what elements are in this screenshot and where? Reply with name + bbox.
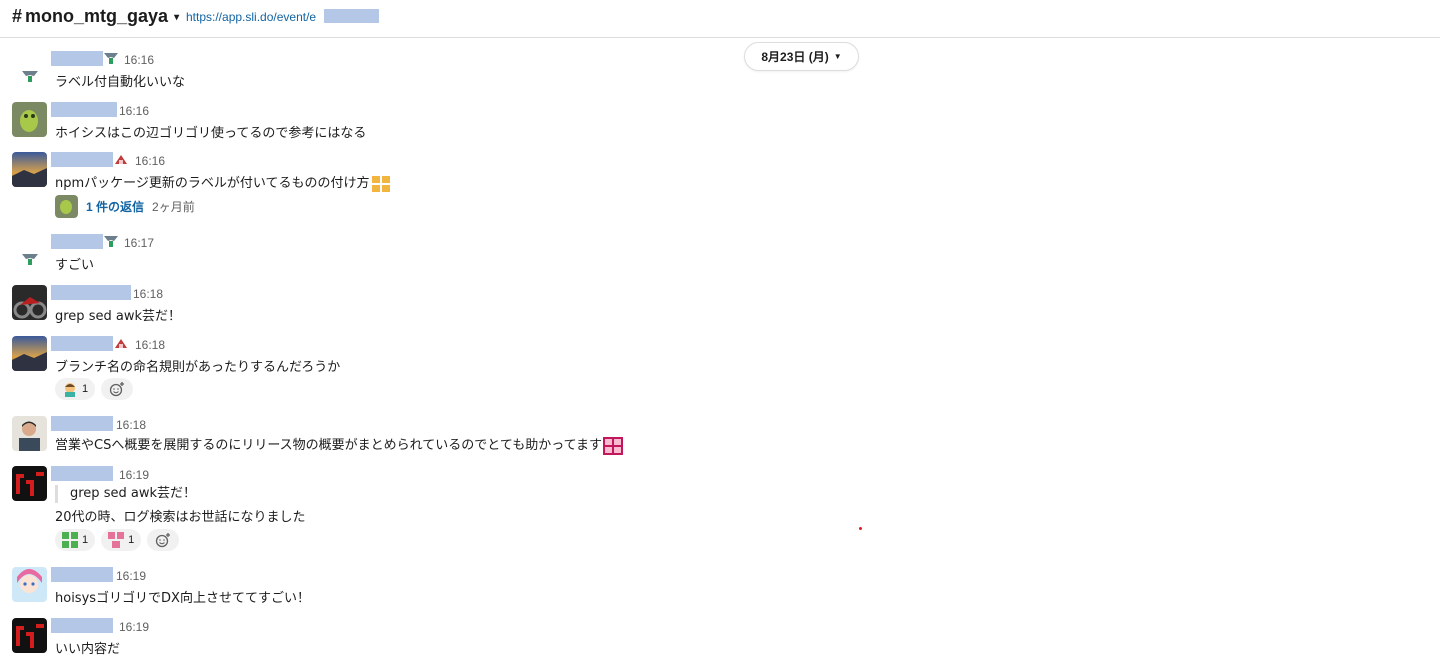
thread-replies-bar[interactable]: 1 件の返信 2ヶ月前 — [55, 195, 195, 218]
message-text: すごい — [55, 258, 95, 273]
redacted-username[interactable] — [51, 567, 113, 582]
date-label: 8月23日 (月) — [761, 50, 829, 64]
cursor-dot — [859, 527, 862, 530]
message-text: いい内容だ — [55, 642, 121, 656]
timestamp[interactable]: 16:16 — [135, 154, 165, 168]
message-text: 営業やCSへ概要を展開するのにリリース物の概要がまとめられているのでとても助かっ… — [55, 434, 623, 455]
reactions-bar: 1 — [55, 378, 134, 400]
timestamp[interactable]: 16:17 — [124, 236, 154, 250]
pink-text-emoji-icon — [108, 532, 125, 548]
avatar[interactable] — [12, 285, 47, 320]
kansha-emoji-icon — [602, 436, 623, 455]
green-text-emoji-icon — [62, 532, 78, 548]
message-text: 20代の時、ログ検索はお世話になりました — [55, 510, 306, 525]
redacted-username[interactable] — [51, 285, 131, 300]
redacted-block — [324, 9, 379, 23]
animal-status-icon — [104, 53, 118, 64]
message-text: grep sed awk芸だ！ — [55, 309, 181, 324]
person-emoji-icon — [65, 383, 75, 397]
message-text: ホイシスはこの辺ゴリゴリ使ってるので参考にはなる — [55, 126, 367, 141]
timestamp[interactable]: 16:18 — [135, 338, 165, 352]
chevron-down-icon: ▼ — [833, 52, 842, 61]
avatar[interactable] — [12, 102, 47, 137]
timestamp[interactable]: 16:16 — [119, 104, 149, 118]
message-text: ラベル付自動化いいな — [55, 75, 186, 90]
reply-count-link[interactable]: 1 件の返信 — [86, 198, 144, 215]
channel-header: # mono_mtg_gaya ▾ https://app.sli.do/eve… — [0, 0, 1440, 38]
timestamp[interactable]: 16:19 — [119, 468, 149, 482]
redacted-username[interactable] — [51, 234, 103, 249]
timestamp[interactable]: 16:19 — [119, 620, 149, 634]
redacted-username[interactable] — [51, 336, 113, 351]
animal-status-icon — [104, 236, 118, 247]
reaction-pill[interactable]: 1 — [101, 529, 142, 551]
channel-name-button[interactable]: # mono_mtg_gaya ▾ — [12, 6, 179, 27]
avatar[interactable] — [12, 241, 47, 276]
redacted-username[interactable] — [51, 618, 113, 633]
red-status-icon — [115, 339, 127, 348]
avatar[interactable] — [12, 618, 47, 653]
date-divider-button[interactable]: 8月23日 (月) ▼ — [744, 42, 859, 71]
redacted-username[interactable] — [51, 152, 113, 167]
avatar[interactable] — [12, 58, 47, 93]
message-text: npmパッケージ更新のラベルが付いてるものの付け方 — [55, 172, 391, 193]
timestamp[interactable]: 16:18 — [133, 287, 163, 301]
kininaru-emoji-icon — [370, 174, 391, 193]
avatar[interactable] — [12, 416, 47, 451]
avatar[interactable] — [12, 152, 47, 187]
message-quote: grep sed awk芸だ！ — [55, 485, 196, 503]
reaction-pill[interactable]: 1 — [55, 378, 96, 400]
timestamp[interactable]: 16:16 — [124, 53, 154, 67]
channel-hash: # — [12, 6, 23, 26]
reaction-count: 1 — [128, 534, 135, 546]
reaction-count: 1 — [82, 534, 89, 546]
add-reaction-button[interactable] — [101, 378, 134, 400]
topic-link[interactable]: https://app.sli.do/event/e — [186, 10, 316, 24]
reaction-count: 1 — [82, 383, 89, 395]
message-body: npmパッケージ更新のラベルが付いてるものの付け方 — [55, 176, 370, 191]
avatar[interactable] — [12, 336, 47, 371]
add-emoji-icon — [109, 382, 125, 397]
reactions-bar: 1 1 — [55, 529, 180, 551]
avatar[interactable] — [12, 466, 47, 501]
red-status-icon — [115, 155, 127, 164]
reaction-pill[interactable]: 1 — [55, 529, 96, 551]
timestamp[interactable]: 16:19 — [116, 569, 146, 583]
timestamp[interactable]: 16:18 — [116, 418, 146, 432]
redacted-username[interactable] — [51, 51, 103, 66]
message-body: 営業やCSへ概要を展開するのにリリース物の概要がまとめられているのでとても助かっ… — [55, 438, 602, 453]
add-reaction-button[interactable] — [147, 529, 180, 551]
last-reply-time: 2ヶ月前 — [152, 200, 195, 214]
message-text: ブランチ名の命名規則があったりするんだろうか — [55, 360, 341, 375]
add-emoji-icon — [156, 533, 171, 548]
redacted-username[interactable] — [51, 466, 113, 481]
avatar — [55, 195, 78, 218]
message-text: hoisysゴリゴリでDX向上させててすごい！ — [55, 591, 310, 606]
redacted-username[interactable] — [51, 416, 113, 431]
avatar[interactable] — [12, 567, 47, 602]
channel-name: mono_mtg_gaya — [25, 6, 169, 26]
redacted-username[interactable] — [51, 102, 117, 117]
chevron-down-icon: ▾ — [174, 12, 180, 23]
